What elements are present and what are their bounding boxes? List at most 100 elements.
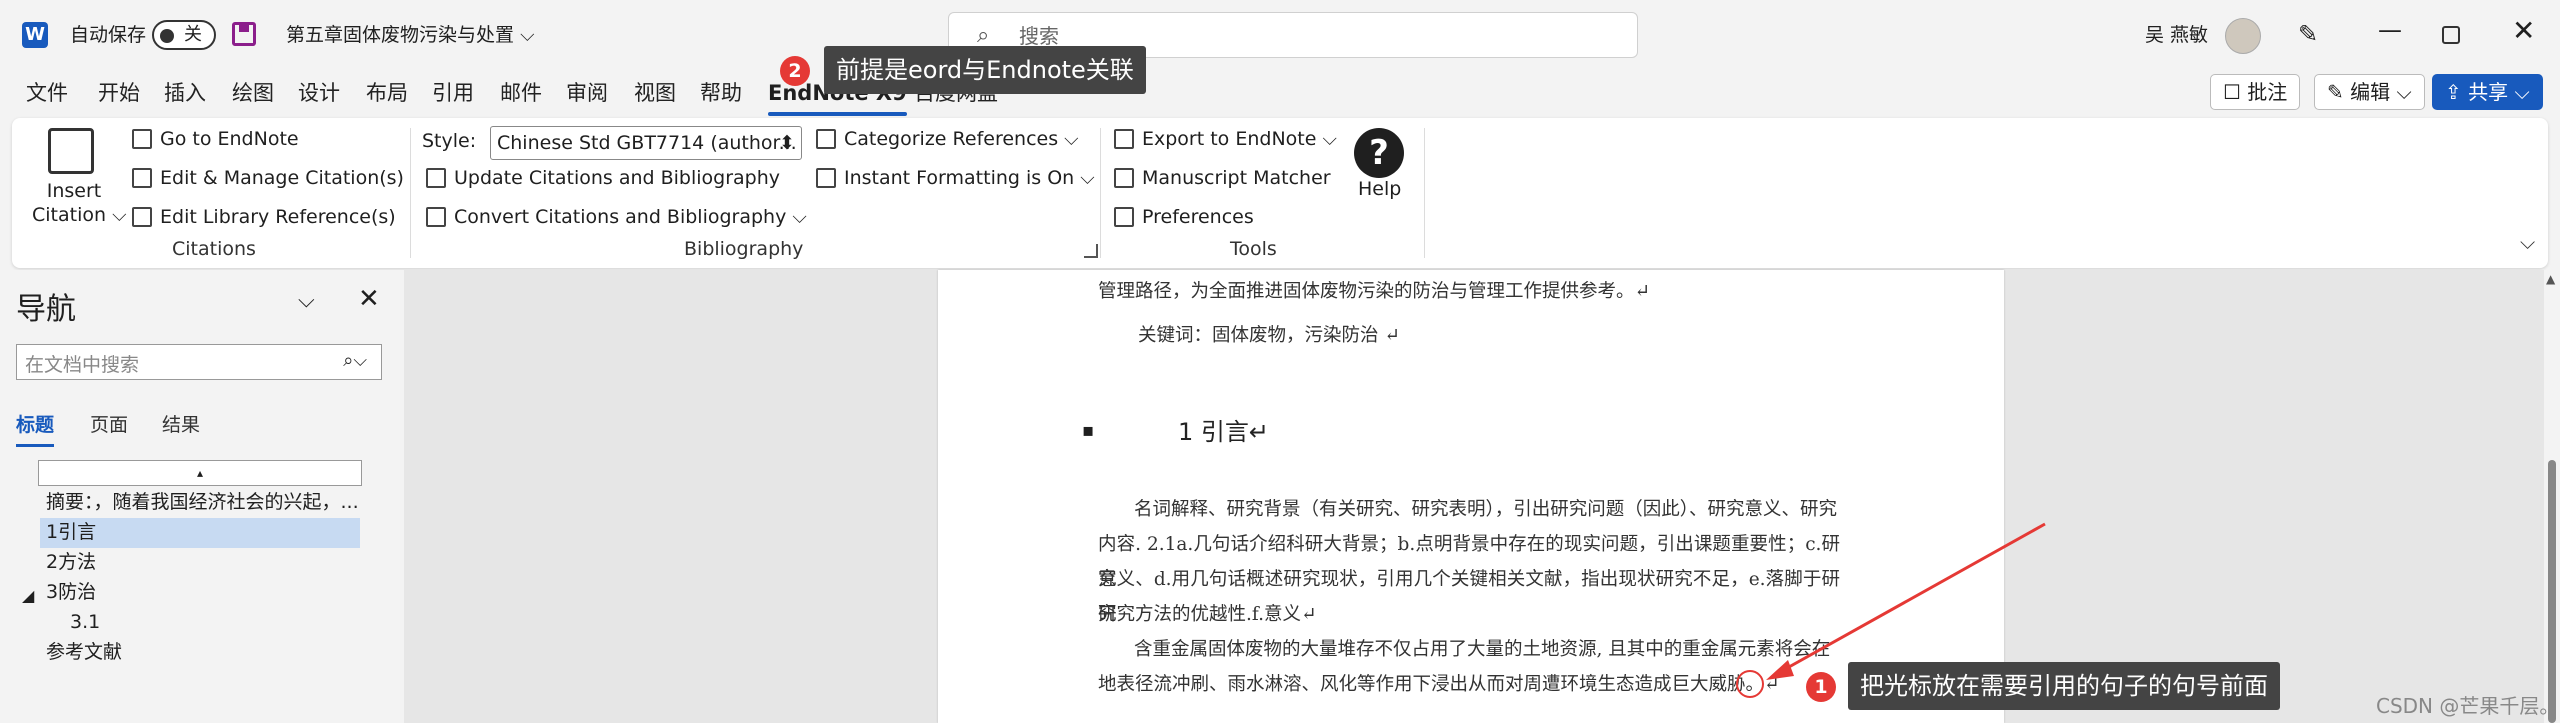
chevron-down-icon: ⌵ (520, 24, 535, 46)
edit-button[interactable]: ✎ 编辑 ⌵ (2314, 74, 2425, 110)
tab-file[interactable]: 文件 (26, 78, 68, 108)
insert-citation-dropdown[interactable]: Citation ⌵ (32, 202, 127, 228)
preferences-icon (1114, 207, 1134, 227)
insert-citation-label-1: Insert (46, 180, 102, 202)
chevron-down-icon[interactable]: ⌵ (298, 288, 315, 313)
minimize-icon[interactable]: — (2378, 16, 2402, 44)
style-select[interactable]: Chinese Std GBT7714 (author... ⬍ (490, 126, 802, 160)
user-name[interactable]: 吴 燕敏 (2145, 22, 2208, 48)
heading-bullet: ▪ (1082, 420, 1095, 441)
manuscript-matcher-button[interactable]: Manuscript Matcher (1114, 165, 1331, 191)
document-title[interactable]: 第五章固体废物污染与处置 ⌵ (286, 22, 534, 48)
group-divider (1100, 128, 1101, 258)
nav-search-input[interactable]: 在文档中搜索 ⌕⌵ (16, 344, 382, 380)
doc-text-line[interactable]: 名词解释、研究背景（有关研究、研究表明），引出研究问题（因此）、研究意义、研究 (1098, 492, 1840, 527)
expand-arrow-icon[interactable]: ◢ (22, 586, 34, 605)
go-to-endnote-label: Go to EndNote (160, 128, 299, 150)
dialog-launcher-icon[interactable] (1084, 244, 1098, 258)
export-icon (1114, 129, 1134, 149)
insert-citation-button[interactable]: Insert (47, 178, 102, 204)
step-badge-2: 2 (780, 56, 810, 86)
tab-insert[interactable]: 插入 (164, 78, 206, 108)
help-icon[interactable]: ? (1354, 128, 1404, 178)
toggle-knob (160, 29, 174, 43)
watermark: CSDN @芒果千层。 (2376, 694, 2560, 718)
tab-help[interactable]: 帮助 (700, 78, 742, 108)
pen-icon[interactable]: ✎ (2298, 20, 2318, 48)
save-icon[interactable] (232, 22, 256, 46)
heading-introduction[interactable]: 1 引言↵ (1178, 412, 1269, 447)
insert-citation-icon[interactable] (48, 128, 94, 174)
tab-results[interactable]: 结果 (162, 410, 200, 437)
categorize-references-button[interactable]: Categorize References ⌵ (816, 126, 1079, 152)
autosave-toggle[interactable]: 关 (152, 20, 216, 50)
go-to-endnote-button[interactable]: Go to EndNote (132, 126, 299, 152)
doc-text-line[interactable]: 研究方法的优越性.f.意义↵ (1098, 597, 1840, 632)
doc-text-line[interactable]: 含重金属固体废物的大量堆存不仅占用了大量的土地资源, 且其中的重金属元素将会在 (1098, 632, 1840, 667)
preferences-button[interactable]: Preferences (1114, 204, 1254, 230)
bibliography-group-label: Bibliography (684, 238, 804, 260)
doc-title-text: 第五章固体废物污染与处置 (286, 24, 515, 46)
heading-item[interactable]: 2方法 (40, 548, 360, 578)
menu-bar: 文件 开始 插入 绘图 设计 布局 引用 邮件 审阅 视图 帮助 EndNote… (0, 72, 2560, 116)
vertical-scrollbar[interactable]: ▲ (2544, 270, 2560, 723)
heading-item[interactable]: 3防治 (40, 578, 360, 608)
callout-2: 前提是eord与Endnote关联 (824, 46, 1146, 94)
doc-text-line[interactable]: 地表径流冲刷、雨水淋溶、风化等作用下浸出从而对周遭环境生态造成巨大威胁。↵ (1098, 667, 1840, 702)
heading-item[interactable]: 1引言 (40, 518, 360, 548)
comment-button[interactable]: ☐ 批注 (2210, 74, 2301, 110)
comment-label: 批注 (2247, 80, 2288, 104)
export-label: Export to EndNote (1142, 128, 1317, 150)
close-icon[interactable]: ✕ (2512, 14, 2535, 47)
tab-mailings[interactable]: 邮件 (500, 78, 542, 108)
heading-item[interactable]: 摘要：，随着我国经济社会的兴起，... (40, 488, 360, 518)
avatar[interactable] (2225, 18, 2261, 54)
maximize-icon[interactable] (2442, 26, 2460, 44)
tab-design[interactable]: 设计 (298, 78, 340, 108)
update-icon (426, 168, 446, 188)
heading-item[interactable]: 3.1 (64, 608, 360, 638)
tab-references[interactable]: 引用 (432, 78, 474, 108)
tab-view[interactable]: 视图 (634, 78, 676, 108)
tab-review[interactable]: 审阅 (566, 78, 608, 108)
tools-group-label: Tools (1230, 238, 1277, 260)
word-logo-icon[interactable]: W (22, 22, 48, 48)
heading-item[interactable]: 参考文献 (40, 638, 360, 668)
convert-icon (426, 207, 446, 227)
document-page[interactable]: 管理路径，为全面推进固体废物污染的防治与管理工作提供参考。↵ 关键词：固体废物，… (938, 270, 2004, 723)
export-to-endnote-button[interactable]: Export to EndNote ⌵ (1114, 126, 1337, 152)
instant-formatting-label: Instant Formatting is On (844, 167, 1075, 189)
scrollbar-thumb[interactable] (2548, 460, 2556, 723)
update-citations-button[interactable]: Update Citations and Bibliography (426, 165, 780, 191)
tab-headings[interactable]: 标题 (16, 410, 55, 447)
endnote-ribbon: Insert Citation ⌵ Go to EndNote Edit & M… (12, 118, 2548, 268)
scroll-up-icon[interactable]: ▴ (38, 460, 362, 486)
autosave-label: 自动保存 (70, 24, 147, 46)
tab-pages[interactable]: 页面 (90, 410, 128, 437)
instant-formatting-icon (816, 168, 836, 188)
convert-citations-button[interactable]: Convert Citations and Bibliography ⌵ (426, 204, 807, 230)
tab-draw[interactable]: 绘图 (232, 78, 274, 108)
instant-formatting-button[interactable]: Instant Formatting is On ⌵ (816, 165, 1095, 191)
document-area[interactable]: 管理路径，为全面推进固体废物污染的防治与管理工作提供参考。↵ 关键词：固体废物，… (404, 270, 2544, 723)
edit-manage-citations-button[interactable]: Edit & Manage Citation(s) (132, 165, 404, 191)
close-icon[interactable]: ✕ (358, 284, 380, 314)
callout-1: 把光标放在需要引用的句子的句号前面 (1848, 662, 2280, 710)
doc-text-line[interactable]: 管理路径，为全面推进固体废物污染的防治与管理工作提供参考。↵ (1098, 274, 1840, 309)
edit-library-references-button[interactable]: Edit Library Reference(s) (132, 204, 396, 230)
convert-label: Convert Citations and Bibliography (454, 206, 787, 228)
nav-search-placeholder: 在文档中搜索 (25, 354, 140, 376)
update-label: Update Citations and Bibliography (454, 167, 781, 189)
help-label[interactable]: Help (1358, 176, 1401, 202)
tab-layout[interactable]: 布局 (366, 78, 408, 108)
share-button[interactable]: ⇪ 共享 ⌵ (2432, 74, 2543, 110)
search-icon[interactable]: ⌕⌵ (343, 350, 367, 371)
title-bar: W 自动保存 关 第五章固体废物污染与处置 ⌵ ⌕ 搜索 吴 燕敏 ✎ — ✕ (0, 0, 2560, 70)
step-badge-1: 1 (1806, 672, 1836, 702)
keywords-line[interactable]: 关键词：固体废物，污染防治 ↵ (1138, 318, 1400, 353)
tab-home[interactable]: 开始 (98, 78, 140, 108)
chevron-down-icon[interactable]: ⌵ (2520, 230, 2535, 254)
scroll-up-icon[interactable]: ▲ (2546, 272, 2555, 286)
navigation-pane: 导航 ⌵ ✕ 在文档中搜索 ⌕⌵ 标题 页面 结果 ▴ 摘要：，随着我国经济社会… (0, 270, 404, 723)
edit-citation-icon (132, 168, 152, 188)
